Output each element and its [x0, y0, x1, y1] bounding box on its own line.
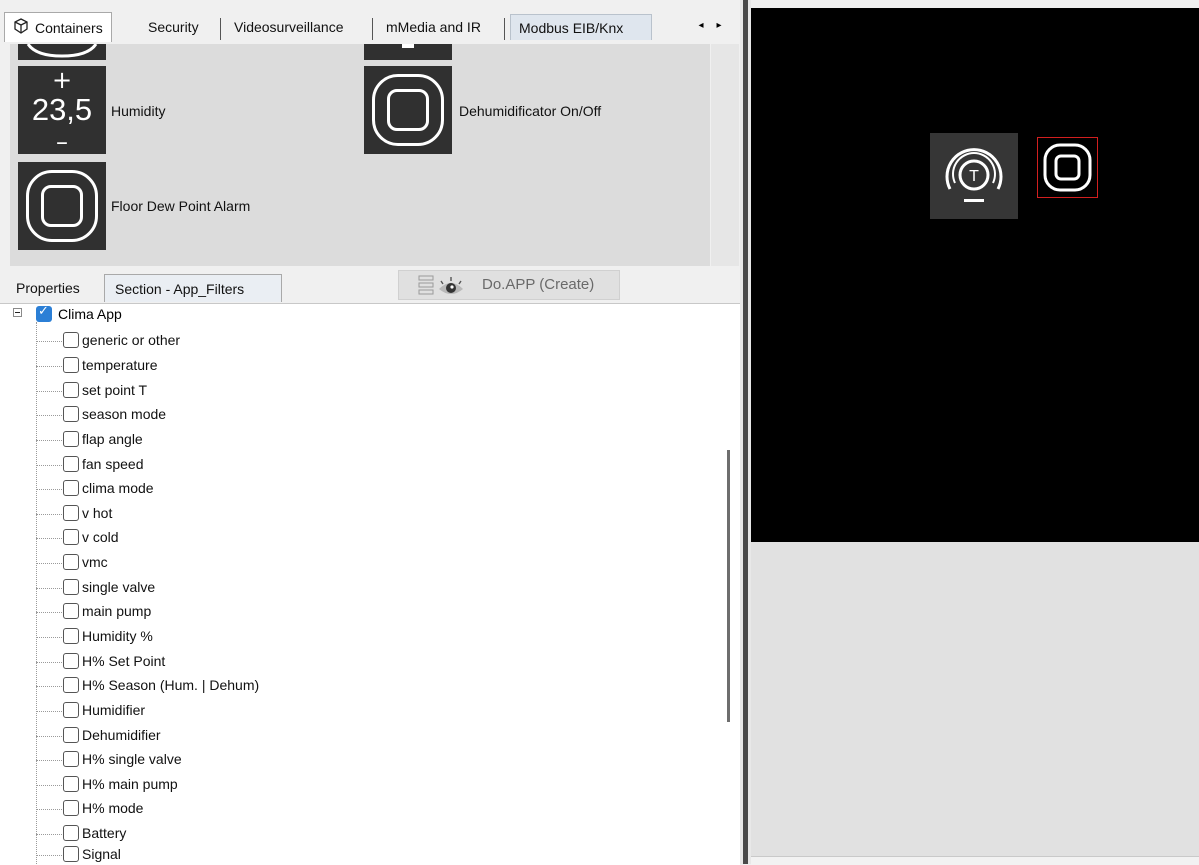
tree-item-label[interactable]: set point T: [82, 381, 147, 399]
thermostat-gauge-icon: T: [945, 148, 1003, 202]
tab-separator: [220, 18, 221, 40]
checkbox[interactable]: [63, 357, 79, 373]
collapse-icon[interactable]: [13, 308, 22, 317]
eye-icon: [418, 275, 463, 295]
tree-item-label[interactable]: vmc: [82, 553, 108, 571]
widget-humidity[interactable]: + 23,5 –: [18, 66, 106, 154]
checkbox[interactable]: [63, 628, 79, 644]
tree-scrollbar[interactable]: [727, 450, 730, 722]
do-app-create-button[interactable]: Do.APP (Create): [398, 270, 620, 300]
tree-item-label[interactable]: single valve: [82, 578, 155, 596]
square-button-icon: [402, 44, 414, 48]
tree-item-label[interactable]: H% single valve: [82, 750, 182, 768]
tab-properties[interactable]: Properties: [16, 274, 80, 302]
widget-floor-dew-point-alarm[interactable]: [18, 162, 106, 250]
tree-item-label[interactable]: flap angle: [82, 430, 143, 448]
tree-item-label[interactable]: v cold: [82, 528, 119, 546]
square-button-icon: [26, 44, 98, 58]
square-button-icon: [1043, 143, 1092, 192]
tab-separator: [504, 18, 505, 40]
checkbox[interactable]: [63, 776, 79, 792]
checkbox[interactable]: [63, 505, 79, 521]
tree-item-label[interactable]: season mode: [82, 405, 166, 423]
tree-item-label[interactable]: generic or other: [82, 331, 180, 349]
tree-item-label[interactable]: Humidity %: [82, 627, 153, 645]
widget-floor-dew-point-label: Floor Dew Point Alarm: [111, 198, 251, 214]
cube-icon: [13, 14, 29, 44]
square-button-icon: [26, 170, 98, 242]
canvas-widget-selected-button[interactable]: [1037, 137, 1098, 198]
widget-humidity-label: Humidity: [111, 103, 166, 119]
checkbox[interactable]: [63, 846, 79, 862]
tab-containers[interactable]: Containers: [4, 12, 112, 42]
tab-section-app-filters[interactable]: Section - App_Filters: [104, 274, 282, 302]
do-app-label: Do.APP (Create): [482, 276, 595, 293]
tab-security[interactable]: Security: [140, 14, 207, 40]
tree-item-label[interactable]: H% mode: [82, 799, 143, 817]
checkbox-clima-app[interactable]: [36, 304, 52, 322]
tab-mmedia-ir-label: mMedia and IR: [386, 19, 481, 35]
tab-containers-label: Containers: [35, 20, 103, 36]
tree-item-label[interactable]: H% Season (Hum. | Dehum): [82, 676, 259, 694]
pane-splitter[interactable]: [740, 0, 751, 864]
tab-modbus-eib-knx[interactable]: Modbus EIB/Knx: [510, 14, 652, 40]
minus-icon: –: [56, 128, 68, 156]
checkbox[interactable]: [63, 406, 79, 422]
tree-item-label[interactable]: fan speed: [82, 455, 144, 473]
tab-security-label: Security: [148, 19, 199, 35]
widget-tile-partial[interactable]: [18, 44, 106, 60]
checkbox[interactable]: [63, 603, 79, 619]
tab-mmedia-ir[interactable]: mMedia and IR: [378, 14, 489, 40]
checkbox[interactable]: [63, 382, 79, 398]
left-pane: Containers Security Videosurveillance mM…: [0, 0, 740, 865]
checkbox[interactable]: [63, 332, 79, 348]
tree-item-label[interactable]: Humidifier: [82, 701, 145, 719]
tree-item-label[interactable]: Battery: [82, 824, 126, 842]
checkbox[interactable]: [63, 653, 79, 669]
tab-scroll-left-button[interactable]: ◂: [694, 18, 708, 34]
tree-item-label[interactable]: Dehumidifier: [82, 726, 161, 744]
widget-dehumidificator-label: Dehumidificator On/Off: [459, 103, 602, 119]
checkbox[interactable]: [63, 456, 79, 472]
tree-item-label[interactable]: v hot: [82, 504, 112, 522]
canvas-widget-thermostat[interactable]: T: [930, 133, 1018, 219]
tab-videosurveillance[interactable]: Videosurveillance: [226, 14, 351, 40]
checkbox[interactable]: [63, 825, 79, 841]
preview-empty-area: [751, 542, 1199, 864]
plus-icon: +: [51, 66, 73, 94]
checkbox[interactable]: [63, 431, 79, 447]
widget-dehumidificator[interactable]: [364, 66, 452, 154]
checkbox[interactable]: [63, 579, 79, 595]
tab-modbus-eib-knx-label: Modbus EIB/Knx: [519, 20, 624, 36]
checkbox[interactable]: [63, 800, 79, 816]
checkbox[interactable]: [63, 751, 79, 767]
checkbox[interactable]: [63, 677, 79, 693]
square-button-icon: [372, 74, 444, 146]
properties-tabbar: Properties Section - App_Filters: [0, 268, 740, 302]
tree-item-label[interactable]: H% main pump: [82, 775, 178, 793]
tree-item-label[interactable]: clima mode: [82, 479, 154, 497]
checkbox[interactable]: [63, 554, 79, 570]
checkbox[interactable]: [63, 529, 79, 545]
tree-guide-line: [36, 322, 37, 864]
checkbox[interactable]: [63, 480, 79, 496]
widget-gallery: + 23,5 – Humidity Dehumidificator On/Off…: [10, 44, 710, 266]
tab-videosurveillance-label: Videosurveillance: [234, 19, 344, 35]
widget-tile-partial[interactable]: [364, 44, 452, 60]
tab-scroll-right-button[interactable]: ▸: [712, 18, 726, 34]
gallery-scrollbar[interactable]: [710, 44, 740, 266]
checkbox[interactable]: [63, 702, 79, 718]
checkbox[interactable]: [63, 727, 79, 743]
tree-root-label[interactable]: Clima App: [58, 305, 122, 323]
tab-separator: [372, 18, 373, 40]
page-preview-canvas[interactable]: [751, 8, 1199, 542]
gauge-letter: T: [969, 168, 979, 185]
tree-item-label[interactable]: Signal: [82, 845, 121, 863]
tree-item-label[interactable]: main pump: [82, 602, 151, 620]
tree-item-label[interactable]: temperature: [82, 356, 157, 374]
tree-item-label[interactable]: H% Set Point: [82, 652, 165, 670]
container-tabbar: Containers Security Videosurveillance mM…: [0, 0, 740, 44]
humidity-value: 23,5: [31, 92, 93, 127]
